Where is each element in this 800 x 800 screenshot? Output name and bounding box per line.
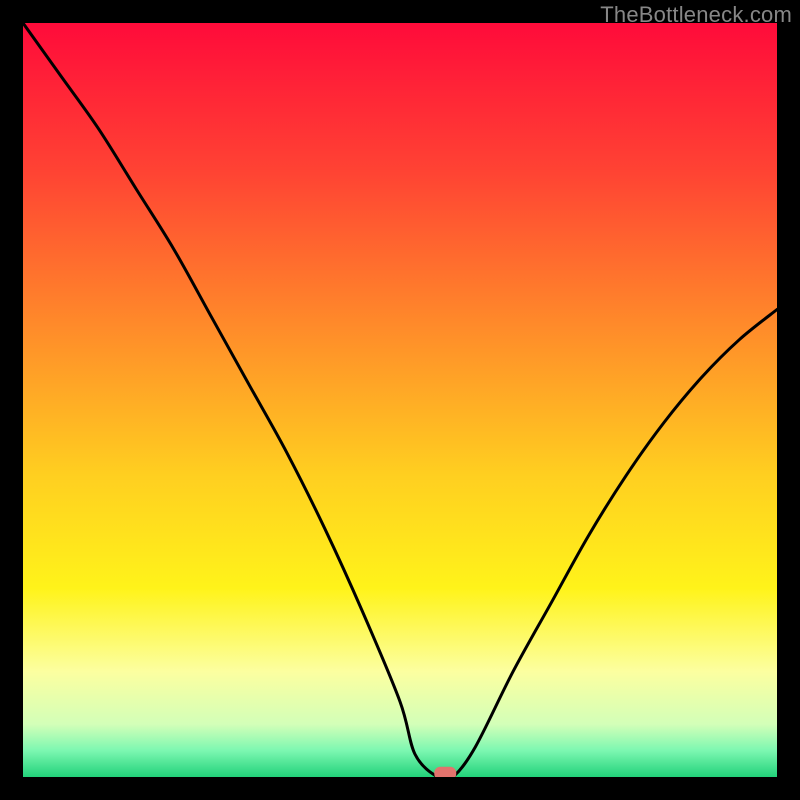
chart-background xyxy=(23,23,777,777)
watermark-text: TheBottleneck.com xyxy=(600,2,792,28)
chart-frame: TheBottleneck.com xyxy=(0,0,800,800)
optimum-marker xyxy=(434,767,456,777)
bottleneck-chart xyxy=(23,23,777,777)
